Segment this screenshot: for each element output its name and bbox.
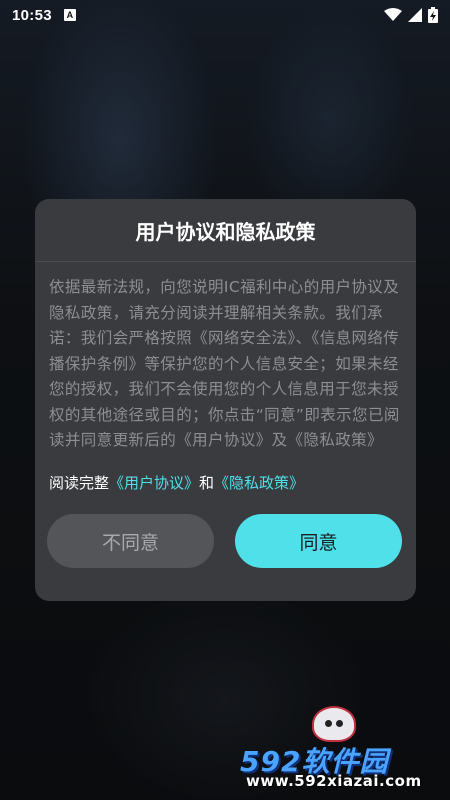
read-full-line: 阅读完整《用户协议》和《隐私政策》 <box>49 472 304 493</box>
wifi-icon <box>384 8 402 21</box>
disagree-button[interactable]: 不同意 <box>47 514 214 568</box>
status-time: 10:53 <box>12 6 52 24</box>
dialog-body-text[interactable]: 依据最新法规，向您说明IC福利中心的用户协议及隐私政策，请充分阅读并理解相关条款… <box>49 275 402 467</box>
watermark-url: www.592xiazai.com <box>246 772 422 790</box>
status-icons <box>384 7 438 23</box>
privacy-policy-link[interactable]: 《隐私政策》 <box>214 474 304 492</box>
agree-button[interactable]: 同意 <box>235 514 402 568</box>
and-text: 和 <box>199 474 215 492</box>
privacy-dialog: 用户协议和隐私政策 依据最新法规，向您说明IC福利中心的用户协议及隐私政策，请充… <box>35 199 416 601</box>
dialog-title: 用户协议和隐私政策 <box>35 199 416 262</box>
site-watermark: 592软件园 www.592xiazai.com <box>240 706 440 790</box>
status-bar: 10:53 A <box>0 0 450 30</box>
signal-icon <box>408 8 422 22</box>
a-icon: A <box>63 9 76 21</box>
mascot-logo <box>312 706 356 742</box>
user-agreement-link[interactable]: 《用户协议》 <box>109 474 199 492</box>
read-prefix: 阅读完整 <box>49 474 110 492</box>
battery-charging-icon <box>428 7 438 23</box>
